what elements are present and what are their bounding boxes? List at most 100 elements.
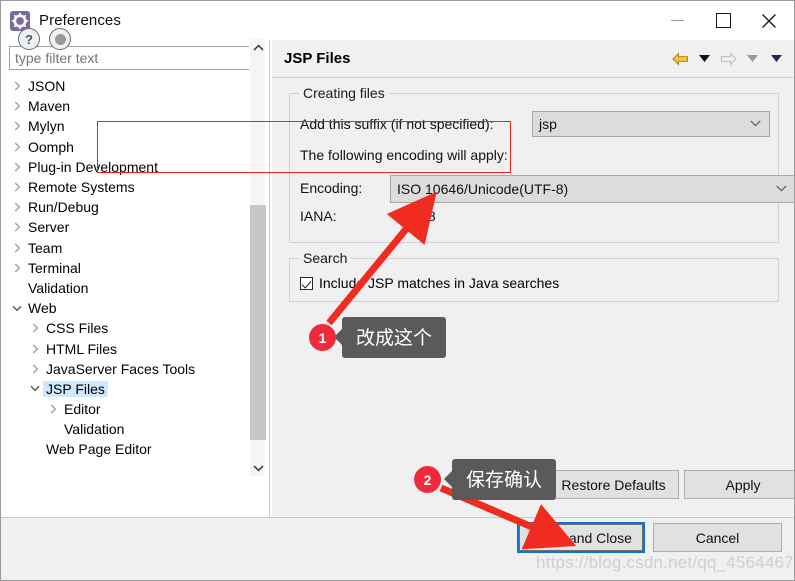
sidebar-item[interactable]: Terminal	[1, 258, 249, 278]
sidebar-item[interactable]: Web Page Editor	[1, 439, 249, 459]
sidebar-item-label: Mylyn	[28, 118, 65, 135]
sidebar-item-label: CSS Files	[46, 320, 109, 337]
sidebar-item-label: Oomph	[28, 138, 74, 155]
chevron-down-icon	[750, 119, 761, 130]
help-icon[interactable]: ?	[18, 28, 40, 50]
encoding-combo[interactable]: ISO 10646/Unicode(UTF-8)	[390, 175, 794, 203]
annotation-badge-2: 2	[414, 466, 441, 493]
sidebar-item[interactable]: JSP Files	[1, 379, 249, 399]
chevron-right-icon[interactable]	[9, 118, 25, 134]
back-menu-chevron-down-icon[interactable]	[694, 49, 714, 69]
minimize-icon[interactable]	[654, 6, 700, 36]
forward-menu-chevron-down-icon	[742, 49, 762, 69]
sidebar-item[interactable]: Maven	[1, 96, 249, 116]
search-group: Search Include JSP matches in Java searc…	[289, 250, 779, 302]
maximize-icon[interactable]	[700, 6, 746, 36]
sidebar-item-label: Web	[28, 300, 57, 317]
sidebar-item[interactable]: Run/Debug	[1, 197, 249, 217]
scroll-up-button[interactable]	[250, 39, 266, 56]
annotation-badge-1: 1	[309, 324, 336, 351]
suffix-combo[interactable]: jsp	[532, 111, 770, 137]
sidebar-item[interactable]: Web	[1, 298, 249, 318]
include-jsp-matches-label: Include JSP matches in Java searches	[319, 275, 560, 291]
filter-input[interactable]	[9, 46, 264, 70]
iana-value: UTF-8	[396, 208, 436, 224]
sidebar-item-label: Plug-in Development	[28, 158, 158, 175]
sidebar-item-label: HTML Files	[46, 340, 118, 357]
chevron-right-icon[interactable]	[27, 320, 43, 336]
apply-and-close-button[interactable]: Apply and Close	[517, 522, 645, 553]
sidebar-item[interactable]: Editor	[1, 399, 249, 419]
sidebar-item[interactable]: Server	[1, 217, 249, 237]
cancel-button[interactable]: Cancel	[653, 523, 782, 552]
title-bar: Preferences	[1, 1, 794, 40]
sidebar: JSON Maven Mylyn Oomph Plug-in Development Re…	[1, 40, 271, 517]
sidebar-item-label: Run/Debug	[28, 199, 99, 216]
sidebar-item-label: Remote Systems	[28, 179, 135, 196]
watermark: https://blog.csdn.net/qq_45644671	[536, 553, 795, 572]
creating-files-legend: Creating files	[299, 85, 389, 101]
forward-arrow-icon	[718, 49, 738, 69]
window-title: Preferences	[39, 12, 121, 29]
chevron-right-icon[interactable]	[9, 98, 25, 114]
sidebar-item[interactable]: Validation	[1, 419, 249, 439]
chevron-right-icon[interactable]	[45, 401, 61, 417]
close-icon[interactable]	[746, 6, 792, 36]
sidebar-item-label: Terminal	[28, 259, 81, 276]
sidebar-item[interactable]: Mylyn	[1, 116, 249, 136]
chevron-right-icon[interactable]	[27, 361, 43, 377]
page-title: JSP Files	[284, 50, 351, 67]
sidebar-item[interactable]: JavaServer Faces Tools	[1, 359, 249, 379]
page-navigation	[670, 49, 786, 69]
chevron-right-icon[interactable]	[9, 78, 25, 94]
include-jsp-matches-checkbox[interactable]: Include JSP matches in Java searches	[300, 275, 559, 291]
restore-defaults-button[interactable]: Restore Defaults	[548, 470, 679, 499]
encoding-value: ISO 10646/Unicode(UTF-8)	[397, 181, 569, 197]
chevron-down-icon[interactable]	[9, 300, 25, 316]
sidebar-item-label: Editor	[64, 401, 101, 418]
more-menu-chevron-down-icon[interactable]	[766, 49, 786, 69]
sidebar-item-label: Team	[28, 239, 63, 256]
sidebar-item[interactable]: Team	[1, 238, 249, 258]
search-legend: Search	[299, 250, 352, 266]
checkbox-icon[interactable]	[300, 276, 313, 290]
scrollbar-thumb[interactable]	[250, 205, 266, 440]
circle-icon[interactable]	[49, 28, 71, 50]
pane-divider	[269, 40, 270, 517]
sidebar-item[interactable]: Plug-in Development	[1, 157, 249, 177]
sidebar-item-label: JSP Files	[43, 380, 108, 397]
sidebar-item-label: Web Page Editor	[46, 441, 152, 458]
creating-files-group: Creating files Add this suffix (if not s…	[289, 85, 794, 243]
annotation-tooltip-2: 保存确认	[443, 459, 557, 500]
chevron-right-icon[interactable]	[9, 179, 25, 195]
sidebar-item[interactable]: HTML Files	[1, 338, 249, 358]
sidebar-item-label: JavaServer Faces Tools	[46, 360, 196, 377]
annotation-tooltip-1: 改成这个	[333, 317, 447, 358]
sidebar-item[interactable]: CSS Files	[1, 318, 249, 338]
sidebar-item[interactable]: Validation	[1, 278, 249, 298]
chevron-right-icon[interactable]	[9, 159, 25, 175]
chevron-right-icon[interactable]	[9, 199, 25, 215]
chevron-right-icon[interactable]	[9, 260, 25, 276]
preferences-tree[interactable]: JSON Maven Mylyn Oomph Plug-in Development Re…	[1, 76, 249, 517]
sidebar-item-label: Maven	[28, 98, 71, 115]
window-controls	[654, 6, 792, 36]
scroll-down-button[interactable]	[250, 459, 266, 476]
sidebar-item-label: Server	[28, 219, 70, 236]
iana-label: IANA:	[300, 208, 337, 224]
chevron-right-icon[interactable]	[9, 240, 25, 256]
sidebar-item[interactable]: JSON	[1, 76, 249, 96]
back-arrow-icon[interactable]	[670, 49, 690, 69]
chevron-right-icon[interactable]	[9, 219, 25, 235]
chevron-down-icon[interactable]	[27, 381, 43, 397]
apply-button[interactable]: Apply	[684, 470, 794, 499]
chevron-right-icon[interactable]	[27, 341, 43, 357]
chevron-right-icon[interactable]	[9, 139, 25, 155]
sidebar-item-label: Validation	[64, 421, 125, 438]
sidebar-item[interactable]: Oomph	[1, 137, 249, 157]
sidebar-item[interactable]: Remote Systems	[1, 177, 249, 197]
tree-scrollbar[interactable]	[249, 39, 266, 476]
